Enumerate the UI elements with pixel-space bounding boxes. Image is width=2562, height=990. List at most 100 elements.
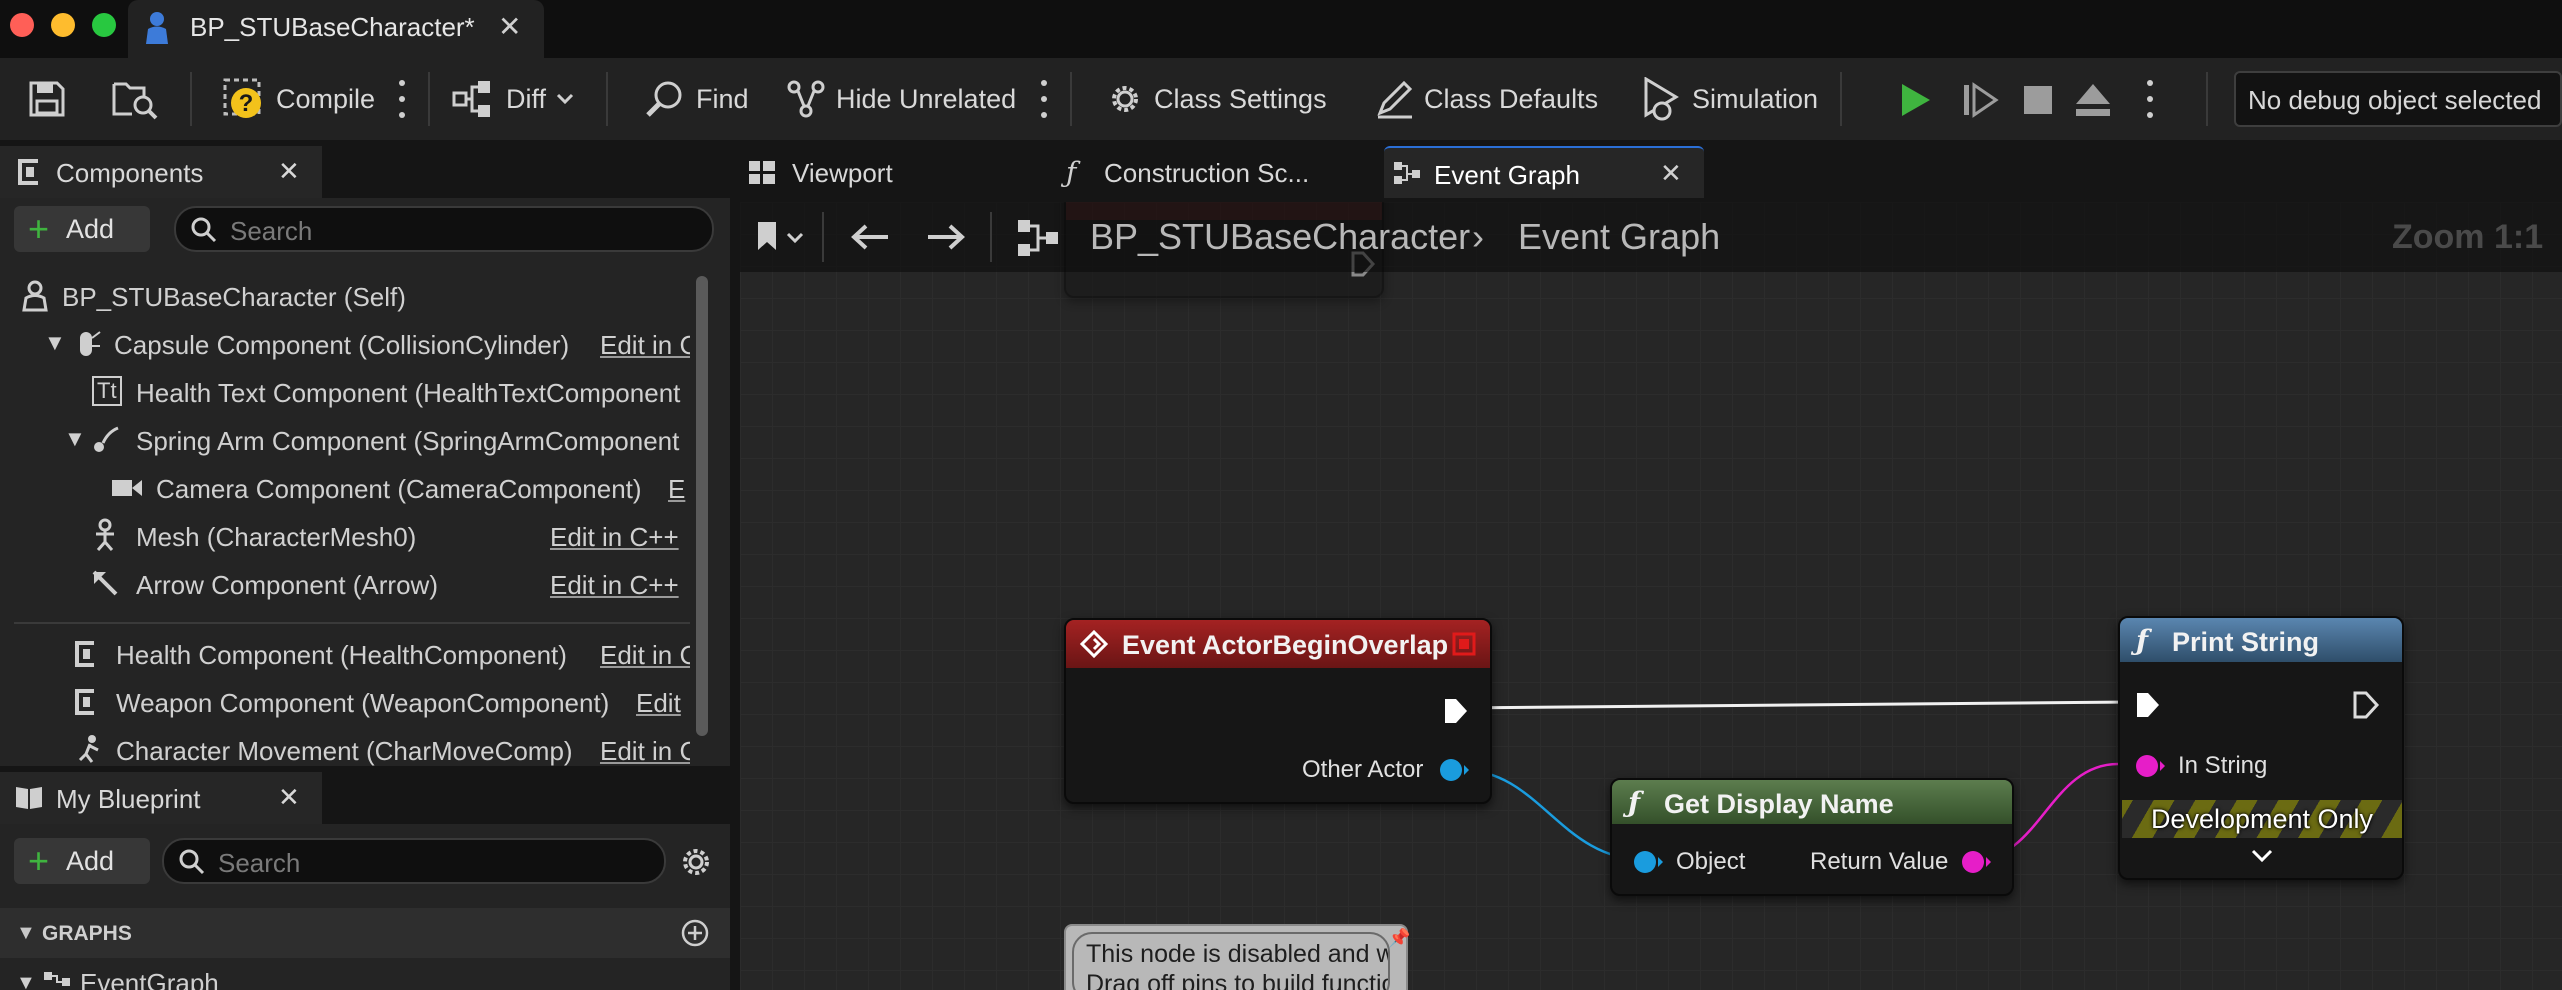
edit-in-cpp-link[interactable]: Edit in C++ bbox=[550, 522, 679, 553]
graph-options-icon[interactable] bbox=[1040, 80, 1048, 118]
play-icon[interactable] bbox=[1898, 82, 1934, 118]
save-icon[interactable] bbox=[28, 80, 66, 118]
pure-node-header: ƒ Get Display Name bbox=[1612, 780, 2012, 824]
tree-item-spring-arm[interactable]: ▼ Spring Arm Component (SpringArmCompone… bbox=[0, 416, 690, 464]
settings-gear-icon[interactable] bbox=[678, 844, 714, 880]
simulation-icon bbox=[1644, 77, 1679, 121]
comment-line-2: Drag off pins to build functionality. bbox=[1086, 970, 1390, 990]
string-input-pin-icon[interactable] bbox=[2134, 752, 2166, 780]
tree-item-label: Health Component (HealthComponent) bbox=[116, 640, 567, 670]
compile-button[interactable]: ? Compile bbox=[222, 58, 375, 140]
class-settings-button[interactable]: Class Settings bbox=[1106, 58, 1327, 140]
advance-frame-icon[interactable] bbox=[1962, 82, 2002, 118]
add-graph-icon[interactable] bbox=[680, 918, 710, 948]
edit-in-cpp-link[interactable]: Edit in C bbox=[600, 640, 690, 671]
object-output-pin-icon[interactable] bbox=[1438, 756, 1470, 784]
edit-in-cpp-link[interactable]: Edit in C++ bbox=[550, 570, 679, 601]
tree-item-health-text[interactable]: Tt Health Text Component (HealthTextComp… bbox=[0, 368, 690, 416]
tree-item-camera[interactable]: Camera Component (CameraComponent) E bbox=[0, 464, 690, 512]
tab-components[interactable]: Components ✕ bbox=[0, 146, 322, 198]
event-actor-begin-overlap-node[interactable]: Event ActorBeginOverlap Other Actor bbox=[1064, 618, 1492, 804]
actor-component-icon bbox=[75, 641, 94, 667]
tree-item-capsule[interactable]: ▼ Capsule Component (CollisionCylinder) … bbox=[0, 320, 690, 368]
window-title-bar: BP_STUBaseCharacter* ✕ bbox=[0, 0, 2562, 58]
edit-in-cpp-link[interactable]: E bbox=[668, 474, 685, 505]
my-blueprint-search-input[interactable]: Search bbox=[162, 838, 666, 884]
find-button[interactable]: Find bbox=[644, 58, 749, 140]
add-component-button[interactable]: + Add bbox=[14, 206, 150, 252]
tree-item-character-movement[interactable]: Character Movement (CharMoveComp) Edit i… bbox=[0, 726, 690, 766]
tab-construction-script[interactable]: ƒ Construction Sc... bbox=[1066, 146, 1370, 198]
event-graph-tab-label: Event Graph bbox=[1434, 160, 1580, 190]
edit-in-cpp-link[interactable]: Edit in C bbox=[600, 330, 690, 361]
pin-icon[interactable]: 📌 bbox=[1388, 928, 1410, 949]
collapse-arrow-icon[interactable]: ▼ bbox=[64, 426, 86, 452]
object-input-pin-icon[interactable] bbox=[1632, 848, 1664, 876]
graphs-section-header[interactable]: ▼ GRAPHS bbox=[0, 908, 730, 958]
tree-item-weapon-component[interactable]: Weapon Component (WeaponComponent) Edit bbox=[0, 678, 690, 726]
comment-line-1: This node is disabled and will not be ca… bbox=[1086, 940, 1388, 968]
edit-in-cpp-link[interactable]: Edit in C bbox=[600, 736, 690, 766]
graph-item-eventgraph[interactable]: ▼ EventGraph bbox=[0, 962, 700, 990]
tree-item-label: Capsule Component (CollisionCylinder) bbox=[114, 330, 570, 360]
play-options-icon[interactable] bbox=[2146, 80, 2154, 118]
bookmark-icon[interactable] bbox=[754, 220, 806, 254]
collapse-arrow-icon[interactable]: ▼ bbox=[44, 330, 66, 356]
compile-options-icon[interactable] bbox=[398, 80, 406, 118]
event-graph-canvas[interactable]: BP_STUBaseCharacter › Event Graph Zoom 1… bbox=[740, 202, 2562, 990]
print-string-node[interactable]: ƒ Print String In String Development Onl… bbox=[2118, 616, 2404, 880]
class-defaults-button[interactable]: Class Defaults bbox=[1374, 58, 1598, 140]
main-toolbar: ? Compile Diff Find Hide Unrelated Class… bbox=[0, 58, 2562, 140]
tab-viewport[interactable]: Viewport bbox=[740, 146, 1058, 198]
tree-item-label: Camera Component (CameraComponent) bbox=[156, 474, 642, 504]
breadcrumb-blueprint[interactable]: BP_STUBaseCharacter bbox=[1090, 216, 1470, 258]
back-arrow-icon[interactable] bbox=[850, 222, 890, 252]
tree-item-mesh[interactable]: Mesh (CharacterMesh0) Edit in C++ bbox=[0, 512, 690, 560]
forward-arrow-icon[interactable] bbox=[926, 222, 966, 252]
components-tab-label: Components bbox=[56, 158, 204, 188]
components-scrollbar[interactable] bbox=[696, 276, 708, 736]
event-node-header: Event ActorBeginOverlap bbox=[1066, 620, 1490, 668]
close-tab-icon[interactable]: ✕ bbox=[278, 782, 300, 813]
close-tab-icon[interactable]: ✕ bbox=[278, 156, 300, 187]
add-member-button[interactable]: + Add bbox=[14, 838, 150, 884]
compile-status-icon: ? bbox=[223, 78, 261, 118]
string-output-pin-icon[interactable] bbox=[1960, 848, 1992, 876]
tree-item-arrow[interactable]: Arrow Component (Arrow) Edit in C++ bbox=[0, 560, 690, 608]
close-window-button[interactable] bbox=[10, 13, 34, 37]
expand-chevron-icon[interactable] bbox=[2250, 848, 2274, 864]
diff-label: Diff bbox=[506, 83, 547, 114]
viewport-icon bbox=[749, 161, 775, 184]
browse-icon[interactable] bbox=[112, 78, 158, 120]
tab-event-graph[interactable]: Event Graph ✕ bbox=[1384, 146, 1704, 198]
breadcrumb-separator-icon: › bbox=[1472, 216, 1484, 257]
simulation-button[interactable]: Simulation bbox=[1642, 58, 1818, 140]
edit-in-cpp-link[interactable]: Edit bbox=[636, 688, 681, 719]
stop-icon[interactable] bbox=[2022, 84, 2054, 116]
chevron-down-icon bbox=[556, 93, 574, 105]
hide-unrelated-button[interactable]: Hide Unrelated bbox=[786, 58, 1016, 140]
exec-output-pin-icon[interactable] bbox=[1442, 696, 1470, 726]
close-tab-icon[interactable]: ✕ bbox=[1660, 158, 1682, 189]
tree-item-self[interactable]: BP_STUBaseCharacter (Self) bbox=[0, 272, 690, 320]
close-tab-icon[interactable]: ✕ bbox=[498, 10, 521, 43]
diff-button[interactable]: Diff bbox=[452, 58, 574, 140]
exec-input-pin-icon[interactable] bbox=[2134, 690, 2162, 720]
document-tab-label: BP_STUBaseCharacter* bbox=[190, 12, 475, 42]
eject-icon[interactable] bbox=[2074, 82, 2112, 118]
add-label: Add bbox=[66, 214, 115, 244]
minimize-window-button[interactable] bbox=[51, 13, 75, 37]
document-tab[interactable]: BP_STUBaseCharacter* ✕ bbox=[128, 0, 544, 58]
breadcrumb-graph[interactable]: Event Graph bbox=[1518, 216, 1720, 258]
maximize-window-button[interactable] bbox=[92, 13, 116, 37]
tree-item-health-component[interactable]: Health Component (HealthComponent) Edit … bbox=[0, 630, 690, 678]
delegate-pin-icon[interactable] bbox=[1452, 632, 1476, 656]
components-search-input[interactable]: Search bbox=[174, 206, 714, 252]
debug-object-selector[interactable]: No debug object selected bbox=[2234, 71, 2562, 127]
exec-output-pin-icon[interactable] bbox=[2352, 690, 2380, 720]
get-display-name-node[interactable]: ƒ Get Display Name Object Return Value bbox=[1610, 778, 2014, 896]
function-icon: ƒ bbox=[2136, 624, 2149, 657]
tab-my-blueprint[interactable]: My Blueprint ✕ bbox=[0, 772, 322, 824]
movement-icon bbox=[78, 735, 99, 763]
tree-divider bbox=[14, 622, 690, 624]
